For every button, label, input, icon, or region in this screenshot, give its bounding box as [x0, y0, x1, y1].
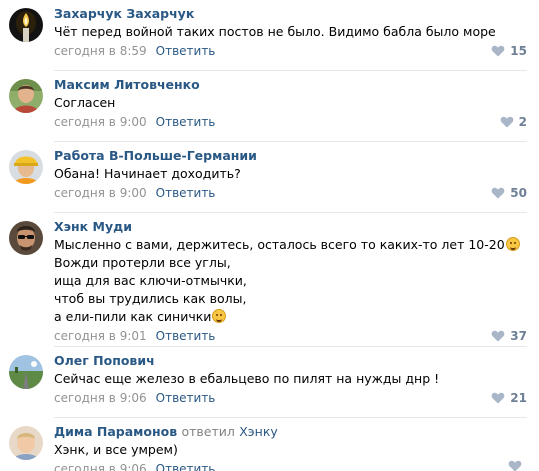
- comment-meta: сегодня в 9:00 Ответить 2: [54, 113, 527, 131]
- comment-time[interactable]: сегодня в 9:00: [54, 115, 147, 129]
- like-button[interactable]: 50: [491, 184, 527, 202]
- comment-text-line: чтоб вы трудились как волы,: [54, 291, 247, 306]
- like-button[interactable]: 2: [500, 113, 527, 131]
- comment-time[interactable]: сегодня в 8:59: [54, 44, 147, 58]
- sunglasses-man-avatar[interactable]: [9, 221, 43, 255]
- reply-button[interactable]: Ответить: [156, 462, 216, 471]
- comment-item: Максим Литовченко Согласен сегодня в 9:0…: [0, 71, 539, 142]
- like-count: 50: [510, 186, 527, 200]
- comment-item: Работа В-Польше-Германии Обана! Начинает…: [0, 142, 539, 213]
- comment-text-line: а ели-пили как синички: [54, 308, 527, 326]
- like-button[interactable]: 37: [491, 327, 527, 345]
- road-avatar[interactable]: [9, 355, 43, 389]
- comment-author[interactable]: Хэнк Муди: [54, 218, 527, 235]
- heart-icon: [491, 392, 505, 404]
- comment-author: Дима Парамонов ответил Хэнку: [54, 423, 527, 440]
- comment-time[interactable]: сегодня в 9:00: [54, 186, 147, 200]
- comment-item: Захарчук Захарчук Чёт перед войной таких…: [0, 0, 539, 71]
- reply-to-link[interactable]: Хэнку: [239, 424, 278, 439]
- comment-author[interactable]: Олег Попович: [54, 352, 527, 369]
- comment-item: Дима Парамонов ответил Хэнку Хэнк, и все…: [0, 418, 539, 471]
- reply-button[interactable]: Ответить: [156, 115, 216, 129]
- heart-icon: [491, 330, 505, 342]
- like-count: 15: [510, 44, 527, 58]
- comment-text-line: ища для вас ключи-отмычки,: [54, 273, 247, 288]
- author-link[interactable]: Дима Парамонов: [54, 424, 177, 439]
- comment-author[interactable]: Максим Литовченко: [54, 76, 527, 93]
- comment-meta: сегодня в 9:00 Ответить 50: [54, 184, 527, 202]
- child-avatar[interactable]: [9, 426, 43, 460]
- candle-avatar[interactable]: [9, 8, 43, 42]
- comment-author[interactable]: Работа В-Польше-Германии: [54, 147, 527, 164]
- comment-item: Хэнк Муди Мысленно с вами, держитесь, ос…: [0, 213, 539, 347]
- reply-button[interactable]: Ответить: [156, 391, 216, 405]
- reply-button[interactable]: Ответить: [156, 329, 216, 343]
- comment-text-line: Мысленно с вами, держитесь, осталось все…: [54, 236, 527, 254]
- laughing-emoji-icon: [212, 309, 227, 323]
- like-count: 37: [510, 329, 527, 343]
- worker-helmet-avatar[interactable]: [9, 150, 43, 184]
- man-avatar[interactable]: [9, 79, 43, 113]
- comment-author[interactable]: Захарчук Захарчук: [54, 5, 527, 22]
- comment-text-line: Вожди протерли все углы,: [54, 255, 231, 270]
- comments-feed: Захарчук Захарчук Чёт перед войной таких…: [0, 0, 539, 471]
- comment-text: Обана! Начинает доходить?: [54, 166, 241, 181]
- comment-meta: сегодня в 9:06 Ответить: [54, 460, 527, 471]
- reply-button[interactable]: Ответить: [156, 44, 216, 58]
- comment-text: Чёт перед войной таких постов не было. В…: [54, 24, 496, 39]
- heart-icon: [491, 45, 505, 57]
- comment-time[interactable]: сегодня в 9:01: [54, 329, 147, 343]
- comment-text: Сейчас еще железо в ебальцево по пилят н…: [54, 371, 440, 386]
- heart-icon: [500, 116, 514, 128]
- comment-meta: сегодня в 9:06 Ответить 21: [54, 389, 527, 407]
- like-button[interactable]: 15: [491, 42, 527, 60]
- comment-text: Хэнк, и все умрем): [54, 442, 178, 457]
- comment-text: Согласен: [54, 95, 116, 110]
- heart-icon: [491, 187, 505, 199]
- comment-time[interactable]: сегодня в 9:06: [54, 462, 147, 471]
- comment-meta: сегодня в 8:59 Ответить 15: [54, 42, 527, 60]
- like-button[interactable]: [508, 460, 527, 471]
- reply-button[interactable]: Ответить: [156, 186, 216, 200]
- like-count: 2: [518, 115, 527, 129]
- like-button[interactable]: 21: [491, 389, 527, 407]
- laughing-emoji-icon: [505, 237, 520, 251]
- heart-icon: [508, 460, 522, 471]
- like-count: 21: [510, 391, 527, 405]
- comment-time[interactable]: сегодня в 9:06: [54, 391, 147, 405]
- reply-to-label: ответил: [181, 424, 235, 439]
- comment-meta: сегодня в 9:01 Ответить 37: [54, 327, 527, 345]
- comment-item: Олег Попович Сейчас еще железо в ебальце…: [0, 347, 539, 418]
